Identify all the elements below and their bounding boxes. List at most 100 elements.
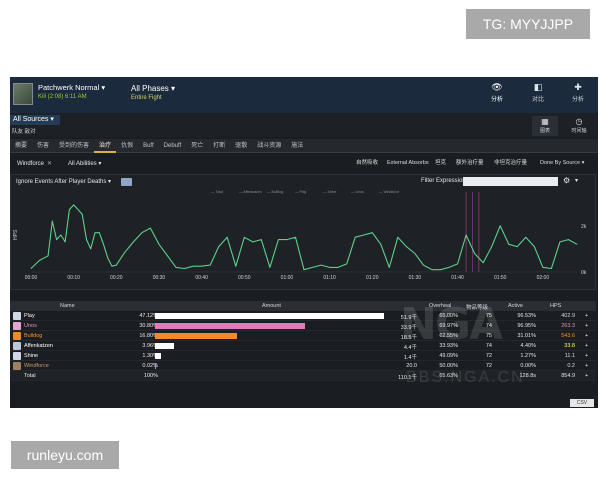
sort-dropdown[interactable]: Done By Source ▾ <box>538 159 586 168</box>
boss-selector[interactable]: Patchwerk Normal ▾ <box>38 83 105 92</box>
ignore-deaths-toggle[interactable] <box>121 178 132 186</box>
chevron-down-icon[interactable]: ▾ <box>575 177 578 184</box>
player-name[interactable]: Shine <box>24 353 38 359</box>
active-time: 96.53% <box>517 313 536 319</box>
tab-5[interactable]: Buff <box>138 139 159 153</box>
hps-value: 33.8 <box>564 343 575 349</box>
expand-icon[interactable]: + <box>585 343 588 349</box>
legend-entry: — Total <box>211 190 223 194</box>
tab-9[interactable]: 驱散 <box>230 139 252 153</box>
table-view-button[interactable]: ▦ 图表 <box>532 116 558 136</box>
analyze-button[interactable]: 👁 分析 <box>477 81 517 109</box>
active-time: 96.95% <box>517 323 536 329</box>
tab-10[interactable]: 战斗资源 <box>252 139 286 153</box>
data-point <box>68 209 70 210</box>
data-point <box>474 253 476 254</box>
col-ilvl[interactable]: 物品等级 <box>466 303 488 311</box>
data-point <box>73 204 75 206</box>
data-point <box>64 241 66 243</box>
data-point <box>559 241 561 243</box>
clear-icon[interactable]: ✕ <box>47 161 52 167</box>
legend-entry: — Bulldog <box>267 190 283 194</box>
table-row[interactable]: Unos 30.80% 33.9千 69.97% 74 96.95% 263.3 + <box>10 321 596 331</box>
ignore-deaths-option[interactable]: Ignore Events After Player Deaths ▾ <box>16 178 111 185</box>
puzzle-icon: ✚ <box>574 82 582 92</box>
plugin-button[interactable]: ✚ 分析 <box>558 81 598 109</box>
col-hps[interactable]: HPS <box>550 303 561 309</box>
data-point <box>457 263 458 265</box>
filter-option-4[interactable]: 非坦克治疗量 <box>492 159 529 168</box>
data-point <box>482 262 484 264</box>
expand-icon[interactable]: + <box>585 313 588 319</box>
filter-option-1[interactable]: External Absorbs <box>385 159 431 168</box>
active-time: 0.00% <box>520 363 536 369</box>
filter-option-0[interactable]: 自然吸收 <box>354 159 380 168</box>
expand-icon[interactable]: + <box>585 353 588 359</box>
data-point <box>192 265 194 267</box>
player-name[interactable]: Windforce <box>24 363 49 369</box>
data-point <box>320 264 322 266</box>
amount: 33.9千 <box>400 325 417 331</box>
item-level: 75 <box>485 313 492 319</box>
expand-icon[interactable]: + <box>585 373 588 379</box>
table-row[interactable]: Windforce 0.02% 20.0 50.00% 72 0.00% 0.2 + <box>10 361 596 371</box>
expand-icon[interactable]: + <box>585 323 588 329</box>
hps-value: 11.1 <box>564 353 575 359</box>
all-sources-dropdown[interactable]: All Sources ▾ <box>10 115 60 125</box>
data-point <box>51 220 53 222</box>
tab-6[interactable]: Debuff <box>159 139 187 153</box>
item-level: 75 <box>485 333 492 339</box>
col-overheal[interactable]: Overheal <box>429 303 451 309</box>
col-amount[interactable]: Amount <box>262 303 281 309</box>
tab-4[interactable]: 仇恨 <box>116 139 138 153</box>
player-name[interactable]: Play <box>24 313 35 319</box>
x-tick-label: 01:50 <box>494 275 507 281</box>
ability-filter[interactable]: All Abilities ▾ <box>68 160 101 167</box>
table-row[interactable]: Bulldog 16.80% 18.5千 62.55% 75 31.01% 543.6 + <box>10 331 596 341</box>
table-row[interactable]: Shine 1.30% 1.4千 49.09% 72 1.27% 11.1 + <box>10 351 596 361</box>
tab-8[interactable]: 打断 <box>208 139 230 153</box>
tab-7[interactable]: 死亡 <box>186 139 208 153</box>
x-tick-label: 01:30 <box>409 275 422 281</box>
col-active[interactable]: Active <box>508 303 523 309</box>
table-row[interactable]: Play 47.12% 51.9千 65.00% 75 96.53% 402.9 + <box>10 311 596 321</box>
source-type-toggle[interactable]: 队友 敌对 <box>12 127 36 135</box>
x-tick-label: 01:10 <box>323 275 336 281</box>
x-tick-label: 01:20 <box>366 275 379 281</box>
tab-11[interactable]: 施法 <box>286 139 308 153</box>
tab-3[interactable]: 治疗 <box>94 139 117 153</box>
tab-2[interactable]: 受到的伤害 <box>54 139 94 153</box>
item-level: 74 <box>485 343 492 349</box>
player-name[interactable]: Bulldog <box>24 333 42 339</box>
plugin-label: 分析 <box>571 97 584 103</box>
x-tick-label: 02:00 <box>537 275 550 281</box>
filter-expression-input[interactable] <box>463 177 558 186</box>
data-point <box>81 213 83 215</box>
data-point <box>132 241 134 243</box>
player-name[interactable]: Unos <box>24 323 37 329</box>
data-point <box>150 227 151 229</box>
timeline-view-button[interactable]: ◷ 时间轴 <box>566 116 592 136</box>
filter-option-3[interactable]: 额外治疗量 <box>454 159 486 168</box>
y-axis-label: HPS <box>13 229 19 240</box>
legend-entry: — Shine <box>323 190 336 194</box>
phase-selector[interactable]: All Phases ▾ <box>131 84 175 93</box>
player-name[interactable]: Affenkatzen <box>24 343 53 349</box>
hps-value: 402.9 <box>561 313 575 319</box>
expand-icon[interactable]: + <box>585 363 588 369</box>
data-point <box>576 243 578 245</box>
source-filter[interactable]: Windforce ✕ <box>17 160 52 167</box>
compare-button[interactable]: ◧ 对比 <box>518 81 558 109</box>
filter-option-2[interactable]: 坦克 <box>433 159 448 168</box>
tab-1[interactable]: 伤害 <box>32 139 54 153</box>
tab-0[interactable]: 摘要 <box>10 139 32 153</box>
expand-icon[interactable]: + <box>585 333 588 339</box>
table-row[interactable]: Affenkatzen 3.96% 4.4千 33.93% 74 4.40% 33.8 + <box>10 341 596 351</box>
item-level: 72 <box>485 363 492 369</box>
amount-bar <box>155 343 175 349</box>
col-name[interactable]: Name <box>60 303 75 309</box>
csv-button[interactable]: CSV <box>570 399 594 407</box>
data-point <box>371 232 373 234</box>
table-header: Name Amount Overheal 物品等级 Active HPS <box>10 301 596 311</box>
gear-icon[interactable]: ⚙ <box>563 176 570 185</box>
